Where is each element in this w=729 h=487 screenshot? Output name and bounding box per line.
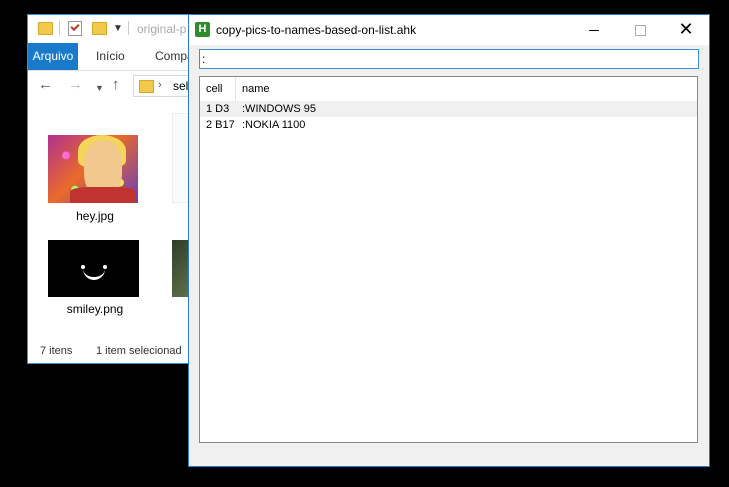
close-icon: ✕ (678, 19, 694, 40)
listview-header: cell name (200, 77, 697, 101)
autohotkey-icon: H (195, 22, 210, 37)
row-name-value: :NOKIA 1100 (242, 119, 306, 131)
folder-icon[interactable] (38, 22, 53, 35)
back-arrow-icon[interactable]: ← (38, 77, 53, 93)
minimize-button[interactable] (571, 15, 617, 45)
list-row[interactable]: 2 B17 :NOKIA 1100 (200, 117, 697, 133)
row-name-value: :WINDOWS 95 (242, 103, 316, 115)
maximize-icon (634, 24, 646, 36)
window-title: copy-pics-to-names-based-on-list.ahk (216, 23, 417, 37)
filter-input[interactable] (199, 49, 699, 69)
selection-status: 1 item selecionad (96, 345, 182, 357)
file-name: hey.jpg (76, 209, 114, 223)
file-item[interactable]: hey.jpg (40, 135, 150, 225)
folder-icon (139, 80, 154, 93)
ahk-gui-window[interactable]: H copy-pics-to-names-based-on-list.ahk ✕… (188, 14, 710, 467)
list-row[interactable]: 1 D3 :WINDOWS 95 (200, 101, 697, 117)
new-folder-icon[interactable] (92, 22, 107, 35)
recent-locations-chevron-icon[interactable]: ▼ (95, 80, 104, 96)
file-name: smiley.png (66, 302, 124, 316)
forward-arrow-icon[interactable]: → (68, 77, 83, 93)
close-button[interactable]: ✕ (663, 15, 709, 45)
minimize-icon (589, 29, 599, 31)
chevron-right-icon[interactable]: › (158, 79, 162, 91)
thumbnail-art (83, 267, 105, 280)
address-text: sel (173, 79, 189, 93)
tab-file[interactable]: Arquivo (28, 43, 78, 70)
explorer-title: original-p (137, 22, 187, 36)
file-item[interactable]: smiley.png (40, 240, 150, 330)
results-listview[interactable]: cell name 1 D3 :WINDOWS 95 2 B17 :NOKIA … (199, 76, 698, 443)
row-cell-value: 1 D3 (206, 103, 230, 115)
tab-home[interactable]: Início (96, 43, 125, 70)
image-thumbnail (48, 240, 139, 297)
thumbnail-art (70, 187, 136, 203)
image-thumbnail (48, 135, 138, 203)
divider (59, 21, 60, 35)
divider (128, 21, 129, 35)
item-count: 7 itens (40, 345, 73, 357)
ahk-titlebar[interactable]: H copy-pics-to-names-based-on-list.ahk ✕ (189, 15, 709, 45)
column-header-cell[interactable]: cell (200, 77, 236, 101)
customize-toolbar-dropdown-icon[interactable]: ▼ (113, 23, 123, 34)
column-header-name[interactable]: name (236, 77, 436, 101)
row-cell-value: 2 B17 (206, 119, 235, 131)
maximize-button[interactable] (617, 15, 663, 45)
up-arrow-icon[interactable]: ↑ (112, 77, 120, 93)
properties-icon[interactable] (68, 21, 82, 36)
